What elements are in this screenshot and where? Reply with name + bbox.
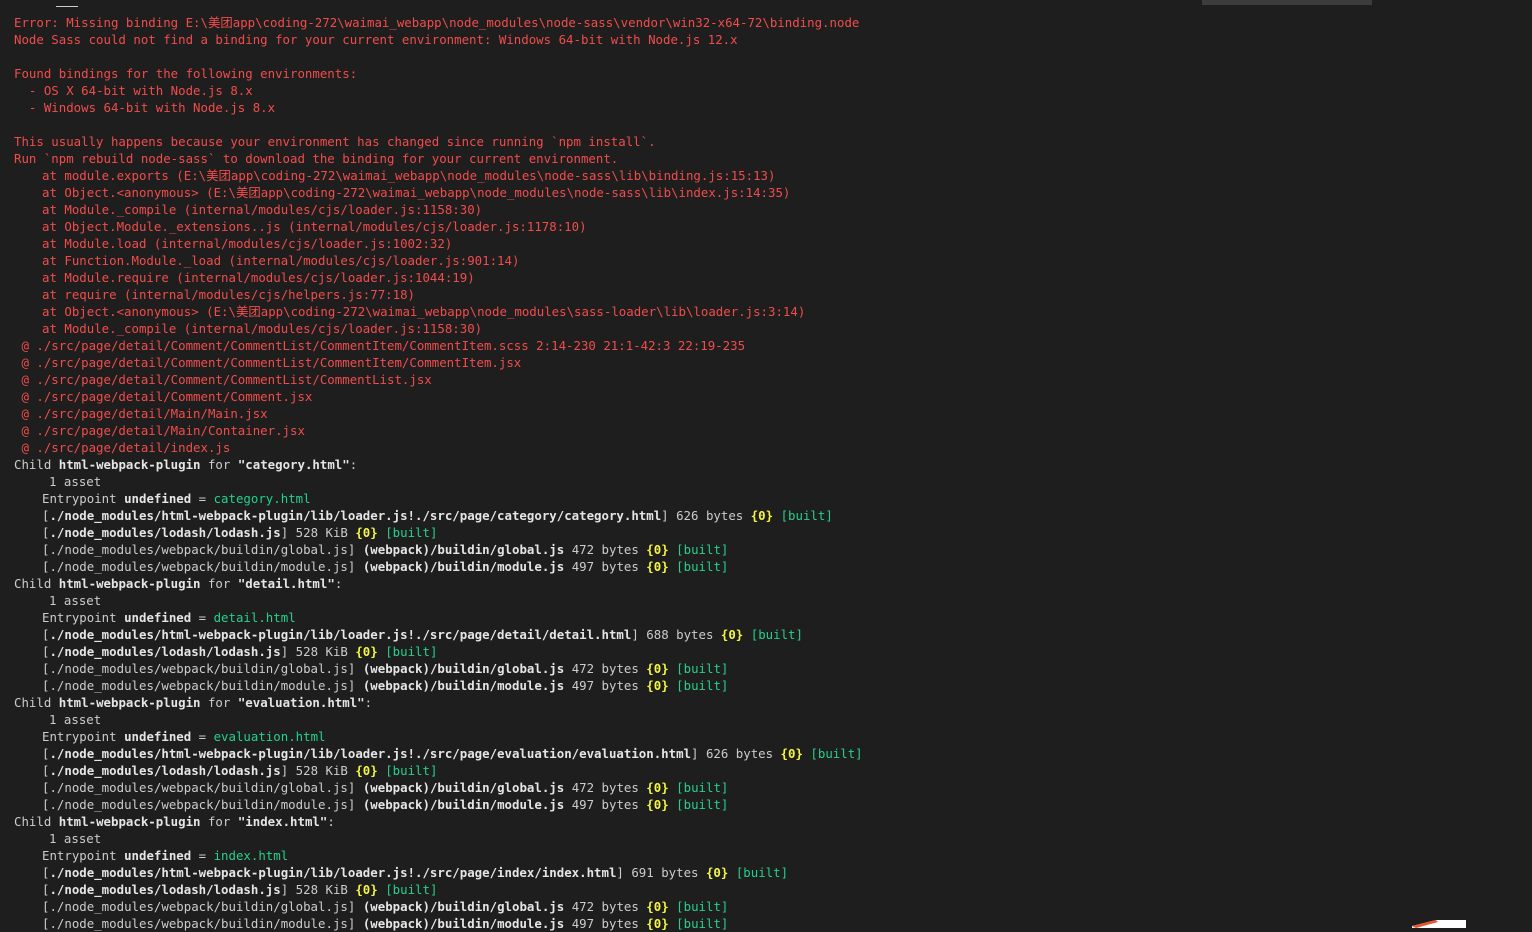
stack-frame: at Object.Module._extensions..js (intern… <box>42 219 587 234</box>
module-line-lodash: [./node_modules/lodash/lodash.js] 528 Ki… <box>42 882 438 897</box>
module-line-lodash: [./node_modules/lodash/lodash.js] 528 Ki… <box>42 763 438 778</box>
entrypoint-line: Entrypoint undefined = detail.html <box>42 610 296 625</box>
stack-trace: at module.exports (E:\美团app\coding-272\w… <box>14 167 1532 337</box>
module-line-module: [./node_modules/webpack/buildin/module.j… <box>42 678 729 693</box>
terminal-caret-mark <box>56 6 78 7</box>
module-chain-line: @ ./src/page/detail/index.js <box>14 440 231 455</box>
stack-frame: at module.exports (E:\美团app\coding-272\w… <box>42 168 776 183</box>
child-header: Child html-webpack-plugin for "category.… <box>14 457 358 472</box>
entry-file: evaluation.html <box>213 729 326 744</box>
module-line-module: [./node_modules/webpack/buildin/module.j… <box>42 559 729 574</box>
terminal-output[interactable]: Error: Missing binding E:\美团app\coding-2… <box>14 14 1532 932</box>
child-name: "detail.html" <box>237 576 335 591</box>
module-chain-line: @ ./src/page/detail/Main/Container.jsx <box>14 423 305 438</box>
module-line-loader: [./node_modules/html-webpack-plugin/lib/… <box>42 508 833 523</box>
stack-frame: at Module.load (internal/modules/cjs/loa… <box>42 236 453 251</box>
module-line-loader: [./node_modules/html-webpack-plugin/lib/… <box>42 627 803 642</box>
loader-path: ./node_modules/html-webpack-plugin/lib/l… <box>49 865 617 880</box>
plugin-name: html-webpack-plugin <box>58 695 201 710</box>
stack-frame: at require (internal/modules/cjs/helpers… <box>42 287 415 302</box>
child-block: Child html-webpack-plugin for "index.htm… <box>14 813 1532 932</box>
loader-path: ./node_modules/html-webpack-plugin/lib/l… <box>49 627 632 642</box>
error-block: Error: Missing binding E:\美团app\coding-2… <box>14 14 1532 167</box>
asset-count: 1 asset <box>49 831 102 846</box>
child-block: Child html-webpack-plugin for "evaluatio… <box>14 694 1532 813</box>
asset-count: 1 asset <box>49 474 102 489</box>
error-line: Node Sass could not find a binding for y… <box>14 32 738 47</box>
built-status: [built] <box>810 746 863 761</box>
asset-count: 1 asset <box>49 593 102 608</box>
scrollbar-thumb[interactable] <box>1202 0 1372 5</box>
module-line-global: [./node_modules/webpack/buildin/global.j… <box>42 899 729 914</box>
entrypoint-line: Entrypoint undefined = index.html <box>42 848 289 863</box>
entrypoint-line: Entrypoint undefined = category.html <box>42 491 311 506</box>
plugin-name: html-webpack-plugin <box>58 457 201 472</box>
stack-frame: at Module._compile (internal/modules/cjs… <box>42 202 483 217</box>
module-line-lodash: [./node_modules/lodash/lodash.js] 528 Ki… <box>42 644 438 659</box>
module-line-lodash: [./node_modules/lodash/lodash.js] 528 Ki… <box>42 525 438 540</box>
error-line: This usually happens because your enviro… <box>14 134 656 149</box>
built-status: [built] <box>750 627 803 642</box>
error-line: Found bindings for the following environ… <box>14 66 358 81</box>
chunk-id: {0} <box>720 627 744 642</box>
plugin-name: html-webpack-plugin <box>58 814 201 829</box>
chunk-id: {0} <box>780 746 803 761</box>
module-line-loader: [./node_modules/html-webpack-plugin/lib/… <box>42 865 789 880</box>
stack-frame: at Function.Module._load (internal/modul… <box>42 253 520 268</box>
module-line-module: [./node_modules/webpack/buildin/module.j… <box>42 916 729 931</box>
stack-frame: at Object.<anonymous> (E:\美团app\coding-2… <box>42 185 791 200</box>
error-line: - Windows 64-bit with Node.js 8.x <box>14 100 276 115</box>
asset-count: 1 asset <box>49 712 102 727</box>
module-chain-line: @ ./src/page/detail/Comment/CommentList/… <box>14 372 432 387</box>
cursor-arrow-icon <box>1412 920 1466 928</box>
module-chain-line: @ ./src/page/detail/Comment/CommentList/… <box>14 338 746 353</box>
module-chain-line: @ ./src/page/detail/Comment/Comment.jsx <box>14 389 313 404</box>
module-chain-line: @ ./src/page/detail/Main/Main.jsx <box>14 406 268 421</box>
child-header: Child html-webpack-plugin for "evaluatio… <box>14 695 373 710</box>
loader-path: ./node_modules/html-webpack-plugin/lib/l… <box>49 746 692 761</box>
loader-path: ./node_modules/html-webpack-plugin/lib/l… <box>49 508 662 523</box>
module-line-global: [./node_modules/webpack/buildin/global.j… <box>42 542 729 557</box>
entry-file: index.html <box>213 848 289 863</box>
child-header: Child html-webpack-plugin for "index.htm… <box>14 814 335 829</box>
error-line: - OS X 64-bit with Node.js 8.x <box>14 83 253 98</box>
child-header: Child html-webpack-plugin for "detail.ht… <box>14 576 343 591</box>
entrypoint-line: Entrypoint undefined = evaluation.html <box>42 729 326 744</box>
chunk-id: {0} <box>705 865 729 880</box>
child-block: Child html-webpack-plugin for "detail.ht… <box>14 575 1532 694</box>
module-chain-line: @ ./src/page/detail/Comment/CommentList/… <box>14 355 522 370</box>
error-line: Error: Missing binding E:\美团app\coding-2… <box>14 15 860 30</box>
built-status: [built] <box>735 865 789 880</box>
chunk-id: {0} <box>750 508 774 523</box>
plugin-name: html-webpack-plugin <box>58 576 201 591</box>
stack-frame: at Object.<anonymous> (E:\美团app\coding-2… <box>42 304 806 319</box>
module-line-global: [./node_modules/webpack/buildin/global.j… <box>42 780 729 795</box>
module-line-loader: [./node_modules/html-webpack-plugin/lib/… <box>42 746 863 761</box>
child-name: "category.html" <box>237 457 350 472</box>
child-name: "evaluation.html" <box>237 695 365 710</box>
child-block: Child html-webpack-plugin for "category.… <box>14 456 1532 575</box>
entry-file: detail.html <box>213 610 296 625</box>
error-line <box>14 116 1532 133</box>
entry-file: category.html <box>213 491 311 506</box>
stack-frame: at Module._compile (internal/modules/cjs… <box>42 321 483 336</box>
error-line <box>14 48 1532 65</box>
child-compilations: Child html-webpack-plugin for "category.… <box>14 456 1532 932</box>
module-line-module: [./node_modules/webpack/buildin/module.j… <box>42 797 729 812</box>
module-chain: @ ./src/page/detail/Comment/CommentList/… <box>14 337 1532 456</box>
built-status: [built] <box>780 508 833 523</box>
child-name: "index.html" <box>237 814 328 829</box>
stack-frame: at Module.require (internal/modules/cjs/… <box>42 270 475 285</box>
error-line: Run `npm rebuild node-sass` to download … <box>14 151 619 166</box>
module-line-global: [./node_modules/webpack/buildin/global.j… <box>42 661 729 676</box>
